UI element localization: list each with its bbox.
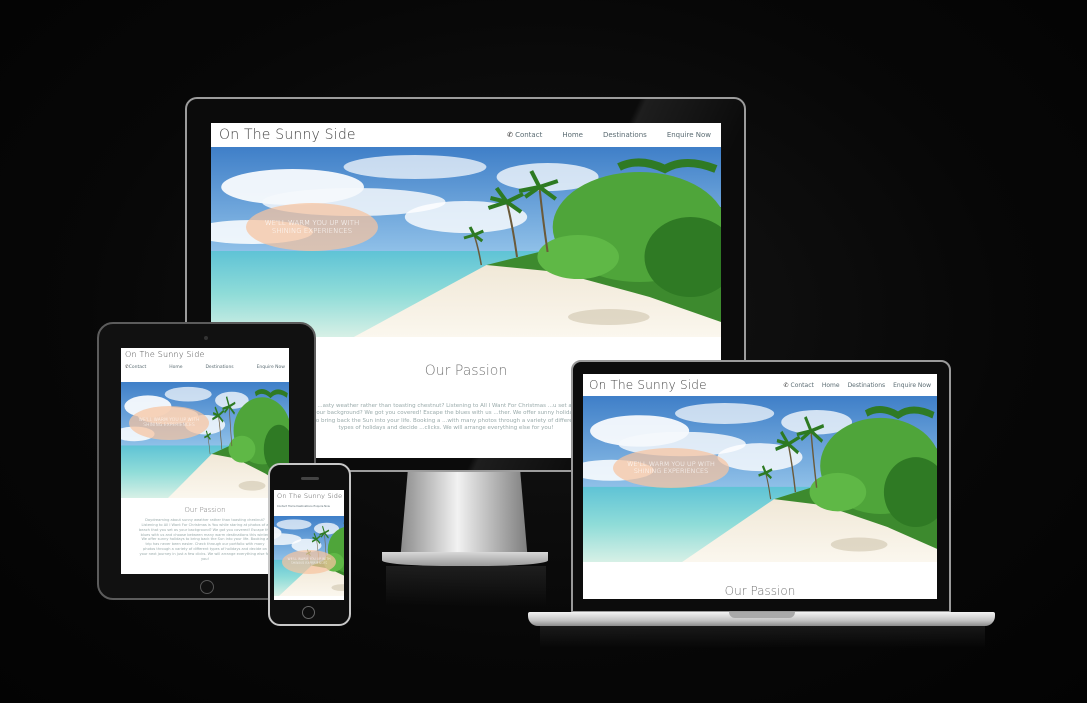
nav-home[interactable]: Home (169, 365, 182, 370)
nav-enquire[interactable]: Enquire Now (257, 365, 285, 370)
nav-contact[interactable]: Contact (791, 382, 814, 389)
tablet-home-button (200, 580, 214, 594)
tagline-line2: SHINING EXPERIENCES (633, 467, 709, 475)
hero-image: WE'LL WARM YOU UP WITH SHINING EXPERIENCE… (121, 382, 289, 498)
hero-image: WE'LL WARM YOU UP WITH SHINING EXPERIENCE… (211, 147, 721, 337)
nav-links: ✆Contact Home Destinations Enquire Now (125, 365, 285, 370)
tagline-line2: SHINING EXPERIENCES (271, 227, 353, 235)
brand-logo[interactable]: On The Sunny Side (589, 378, 707, 392)
tagline-line2: SHINING EXPERIENCES (290, 561, 328, 565)
nav-links: ✆ Contact Home Destinations Enquire Now (783, 382, 931, 389)
nav-contact[interactable]: Contact (515, 131, 542, 139)
tagline-bubble: WE'LL WARM YOU UP WITH SHINING EXPERIENCE… (129, 406, 209, 440)
hero-image: WE'LL WARM YOU UP WITH SHINING EXPERIENCE… (583, 396, 937, 562)
phone-home-button (302, 606, 315, 619)
nav-destinations[interactable]: Destinations (603, 131, 647, 139)
hero-image: WE'LL WARM YOU UP WITH SHINING EXPERIENCE… (274, 516, 344, 596)
laptop-site-preview: On The Sunny Side ✆ Contact Home Destina… (583, 374, 937, 599)
phone-navbar: On The Sunny Side Contact Home Destinati… (274, 490, 344, 514)
laptop-notch (729, 612, 795, 618)
tablet-camera (204, 336, 208, 340)
nav-home[interactable]: Home (822, 382, 840, 389)
brand-logo[interactable]: On The Sunny Side (219, 127, 356, 143)
brand-logo[interactable]: On The Sunny Side (277, 492, 342, 500)
monitor-base (382, 552, 548, 566)
tablet-site-preview: On The Sunny Side ✆Contact Home Destinat… (121, 348, 289, 574)
mockup-stage: On The Sunny Side ✆ Contact Home Destina… (0, 0, 1087, 703)
tagline-line2: SHINING EXPERIENCES (143, 423, 195, 428)
nav-links: ✆ Contact Home Destinations Enquire Now (507, 131, 711, 139)
section-text: ...asty weather rather than toasting che… (313, 403, 579, 432)
tablet-navbar: On The Sunny Side ✆Contact Home Destinat… (121, 348, 289, 380)
tagline-line1: WE'LL WARM YOU UP WITH (264, 218, 360, 227)
tagline-bubble: WE'LL WARM YOU UP WITH SHINING EXPERIENCE… (246, 203, 378, 251)
section-title: Our Passion (184, 506, 226, 514)
phone-speaker (301, 477, 319, 480)
nav-destinations[interactable]: Destinations (848, 382, 886, 389)
phone-icon: ✆ (783, 381, 789, 389)
desktop-navbar: On The Sunny Side ✆ Contact Home Destina… (211, 123, 721, 147)
section-title: Our Passion (724, 584, 796, 598)
tagline-bubble: WE'LL WARM YOU UP WITH SHINING EXPERIENCE… (613, 448, 729, 488)
laptop-reflection (540, 626, 985, 648)
monitor-stand (400, 472, 528, 562)
nav-home[interactable]: Home (562, 131, 583, 139)
phone-site-preview: On The Sunny Side Contact Home Destinati… (274, 490, 344, 600)
nav-enquire[interactable]: Enquire Now (893, 382, 931, 389)
nav-enquire[interactable]: Enquire Now (667, 131, 711, 139)
tagline-bubble: WE'LL WARM YOU UP WITH SHINING EXPERIENCE… (282, 550, 336, 574)
nav-contact-group: ✆Contact (125, 365, 146, 370)
brand-logo[interactable]: On The Sunny Side (125, 350, 285, 359)
laptop-navbar: On The Sunny Side ✆ Contact Home Destina… (583, 374, 937, 396)
nav-links[interactable]: Contact Home Destinations Enquire Now (277, 505, 341, 508)
section-text: Daydreaming about sunny weather rather t… (139, 518, 271, 561)
monitor-reflection (386, 566, 546, 606)
nav-contact[interactable]: Contact (129, 365, 147, 370)
phone-icon: ✆ (507, 131, 514, 139)
nav-destinations[interactable]: Destinations (205, 365, 233, 370)
